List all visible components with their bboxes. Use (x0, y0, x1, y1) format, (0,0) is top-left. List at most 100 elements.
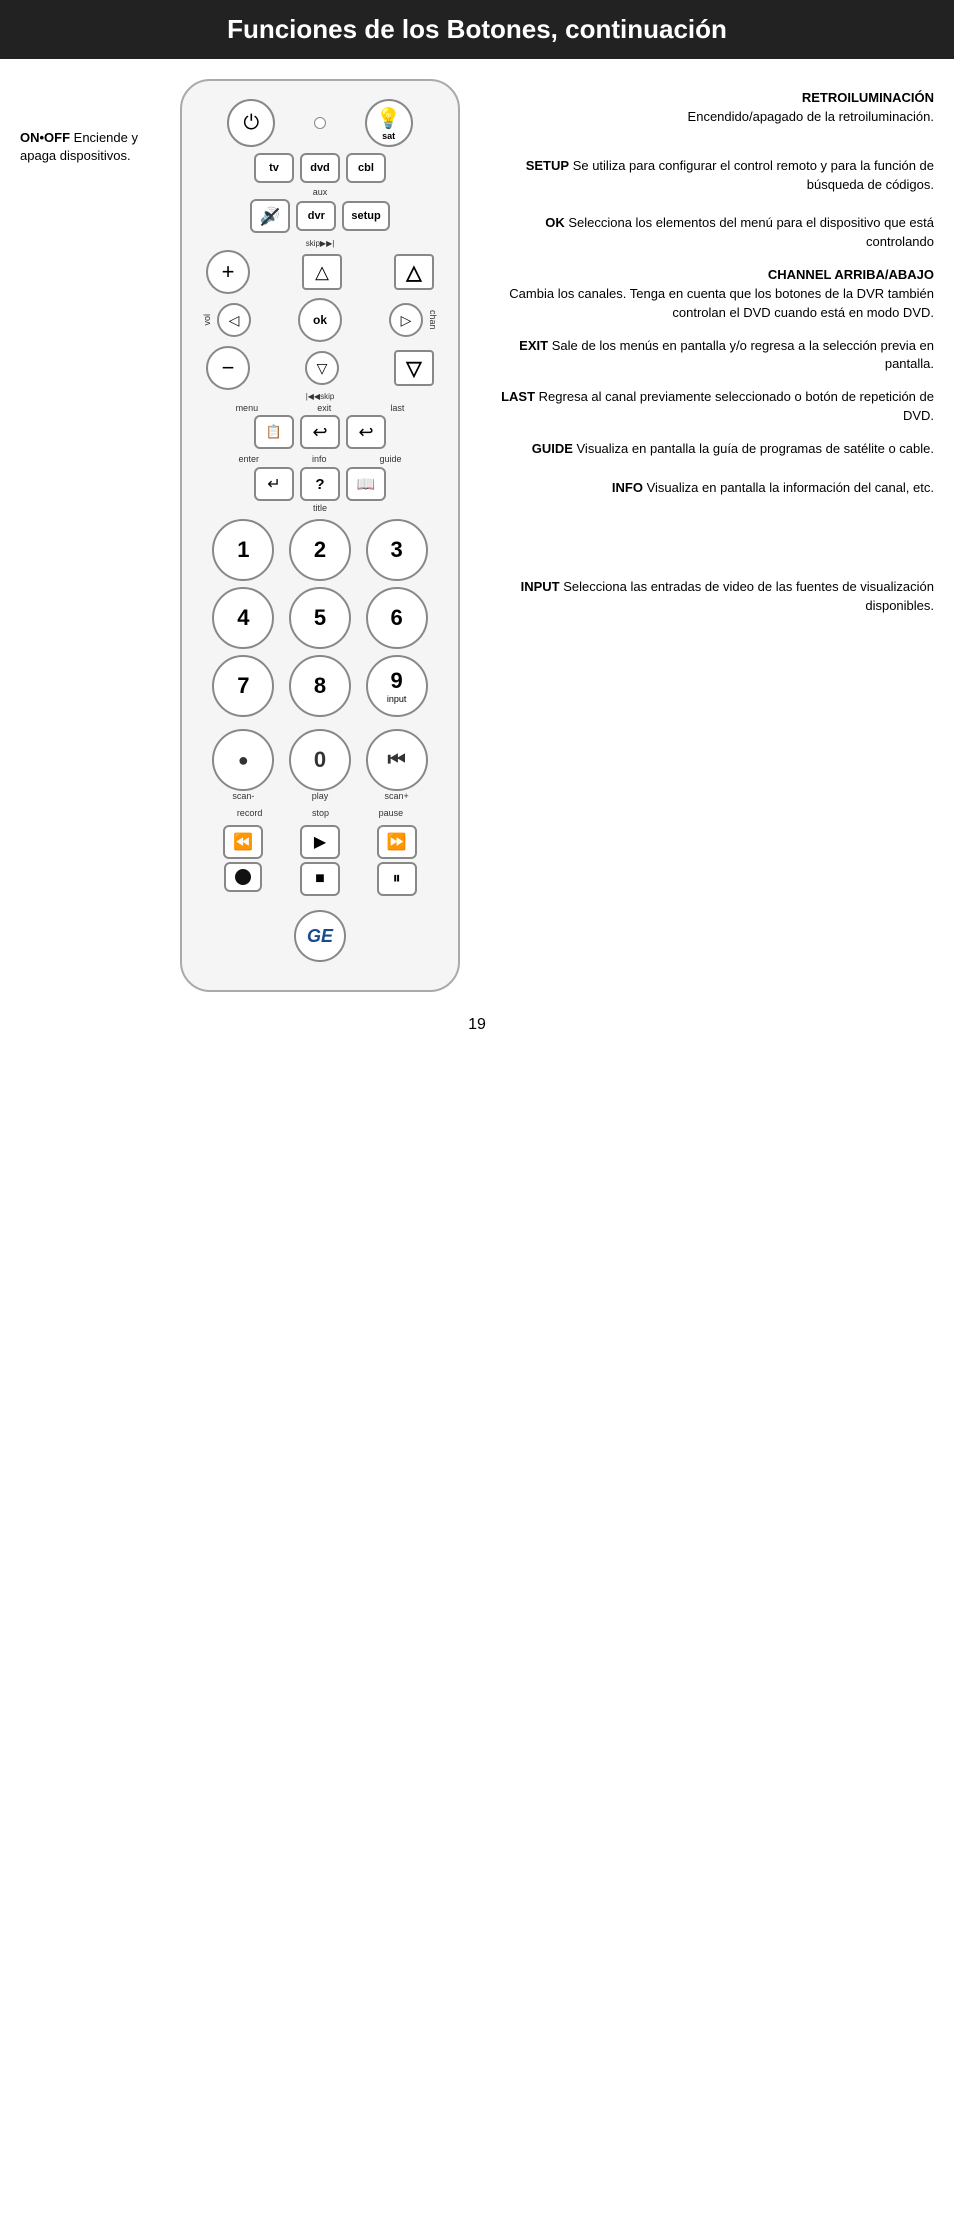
mute-icon: 🔊 (260, 206, 280, 226)
sat-label: sat (382, 131, 395, 141)
num-9-button[interactable]: 9input (366, 655, 428, 717)
menu-item: menu (236, 403, 259, 413)
pause-button[interactable]: ⏸ (377, 862, 417, 896)
vol-chan-bottom-row: − ▽ ▽ (198, 346, 442, 390)
num-4-button[interactable]: 4 (212, 587, 274, 649)
info-annotation: INFO Visualiza en pantalla la informació… (475, 479, 934, 498)
enter-info-guide-labels: enter info guide (198, 453, 442, 465)
dvd-button[interactable]: dvd (300, 153, 340, 183)
menu-exit-last-labels: menu exit last (198, 403, 442, 413)
play-item: 0 play (289, 729, 351, 801)
last-label: last (390, 403, 404, 413)
record-button[interactable] (224, 862, 262, 892)
input-sub-label: input (387, 694, 407, 704)
stop-button[interactable]: ■ (300, 862, 340, 896)
channel-text: Cambia los canales. Tenga en cuenta que … (509, 286, 934, 320)
info-button[interactable]: ? (300, 467, 340, 501)
nav-up-button[interactable]: △ (302, 254, 342, 290)
backlight-button[interactable]: 💡 sat (365, 99, 413, 147)
title-label: title (198, 503, 442, 513)
chan-up-button[interactable]: △ (394, 254, 434, 290)
dot-button[interactable]: ● (212, 729, 274, 791)
input-button[interactable]: ⏮ (366, 729, 428, 791)
fast-forward-button[interactable]: ⏩ (377, 825, 417, 859)
nav-left-button[interactable]: ◁ (217, 303, 251, 337)
num-1-button[interactable]: 1 (212, 519, 274, 581)
transport-buttons: ⏪ ▶ ■ ⏩ ⏸ (198, 821, 442, 900)
num-6-button[interactable]: 6 (366, 587, 428, 649)
info-bold: INFO (612, 480, 643, 495)
stop-label: stop (312, 808, 329, 818)
setup-button[interactable]: setup (342, 201, 389, 231)
input-annotation: INPUT Selecciona las entradas de video d… (475, 578, 934, 616)
dot-indicator (314, 117, 326, 129)
cbl-button[interactable]: cbl (346, 153, 386, 183)
skip-left-label: |◀◀skip (198, 392, 442, 401)
input-bold: INPUT (521, 579, 560, 594)
page-header: Funciones de los Botones, continuación (0, 0, 954, 59)
guide-annotation: GUIDE Visualiza en pantalla la guía de p… (475, 440, 934, 459)
last-text: Regresa al canal previamente seleccionad… (539, 389, 934, 423)
num-5-button[interactable]: 5 (289, 587, 351, 649)
setup-bold: SETUP (526, 158, 569, 173)
exit-bold: EXIT (519, 338, 548, 353)
vol-ok-chan-row: vol ◁ ok ▷ chan (198, 298, 442, 342)
power-button[interactable]: ⏻ (227, 99, 275, 147)
last-annotation: LAST Regresa al canal previamente selecc… (475, 388, 934, 426)
scan-plus-item: ⏮ scan+ (366, 729, 428, 801)
vol-label: vol (202, 314, 212, 326)
scan-minus-item: ● scan- (212, 729, 274, 801)
play-button[interactable]: ▶ (300, 825, 340, 859)
retroiluminacion-annotation: RETROILUMINACIÓN Encendido/apagado de la… (475, 89, 934, 127)
num-2-button[interactable]: 2 (289, 519, 351, 581)
last-button[interactable]: ↩ (346, 415, 386, 449)
num-7-button[interactable]: 7 (212, 655, 274, 717)
chan-label: chan (428, 310, 438, 330)
exit-text: Sale de los menús en pantalla y/o regres… (552, 338, 934, 372)
aux-label: aux (198, 187, 442, 197)
ok-text: Selecciona los elementos del menú para e… (568, 215, 934, 249)
scan-plus-label: scan+ (385, 791, 409, 801)
on-off-annotation: ON•OFF Enciende y apaga dispositivos. (20, 129, 175, 165)
menu-exit-last-buttons: 📋 ↩ ↩ (198, 415, 442, 449)
tv-button[interactable]: tv (254, 153, 294, 183)
nav-down-button[interactable]: ▽ (305, 351, 339, 385)
dvr-button[interactable]: dvr (296, 201, 336, 231)
number-pad: 1 2 3 4 5 6 7 8 9input (198, 515, 442, 721)
num-0-button[interactable]: 0 (289, 729, 351, 791)
vol-chan-top-row: + △ △ (198, 250, 442, 294)
last-item: last (390, 403, 404, 413)
last-bold: LAST (501, 389, 535, 404)
rewind-button[interactable]: ⏪ (223, 825, 263, 859)
exit-button[interactable]: ↩ (300, 415, 340, 449)
channel-annotation: CHANNEL ARRIBA/ABAJO Cambia los canales.… (475, 266, 934, 323)
nav-right-button[interactable]: ▷ (389, 303, 423, 337)
transport-labels: record stop pause (198, 807, 442, 819)
guide-button[interactable]: 📖 (346, 467, 386, 501)
enter-button[interactable]: ↵ (254, 467, 294, 501)
play-label: play (312, 791, 329, 801)
info-label: info (312, 454, 327, 464)
channel-bold: CHANNEL ARRIBA/ABAJO (768, 267, 934, 282)
input-text: Selecciona las entradas de video de las … (563, 579, 934, 613)
ok-button[interactable]: ok (298, 298, 342, 342)
menu-button[interactable]: 📋 (254, 415, 294, 449)
mute-dvr-setup-row: 🔊 dvr setup (198, 199, 442, 233)
pause-label: pause (379, 808, 404, 818)
vol-down-button[interactable]: − (206, 346, 250, 390)
retroiluminacion-bold: RETROILUMINACIÓN (802, 90, 934, 105)
remote-control: ⏻ 💡 sat tv dvd cbl (180, 79, 460, 992)
ge-logo: GE (294, 910, 346, 962)
on-off-label-bold: ON•OFF (20, 130, 70, 145)
header-title: Funciones de los Botones, continuación (227, 14, 727, 44)
info-text: Visualiza en pantalla la información del… (647, 480, 934, 495)
chan-down-button[interactable]: ▽ (394, 350, 434, 386)
scan-play-row: ● scan- 0 play ⏮ scan+ (198, 725, 442, 805)
exit-label: exit (317, 403, 331, 413)
guide-text: Visualiza en pantalla la guía de program… (577, 441, 935, 456)
num-3-button[interactable]: 3 (366, 519, 428, 581)
mute-button[interactable]: 🔊 (250, 199, 290, 233)
num-8-button[interactable]: 8 (289, 655, 351, 717)
enter-info-guide-buttons: ↵ ? 📖 (198, 467, 442, 501)
vol-up-button[interactable]: + (206, 250, 250, 294)
